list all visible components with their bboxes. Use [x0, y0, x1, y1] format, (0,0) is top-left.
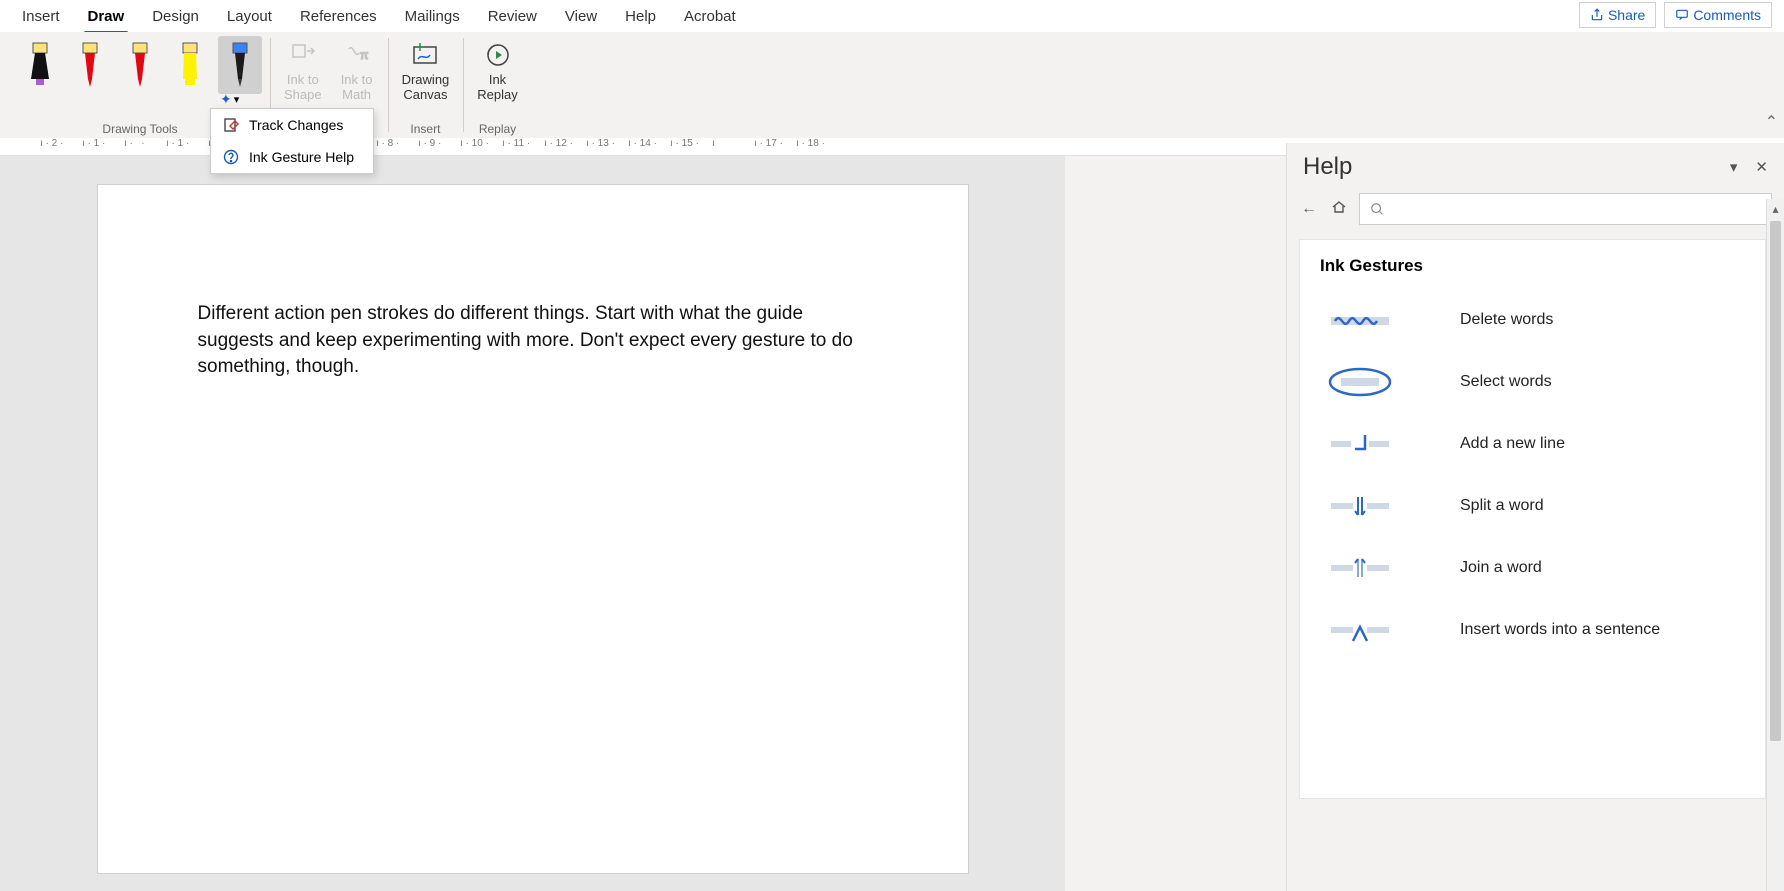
menu-track-changes[interactable]: Track Changes [211, 109, 373, 141]
pane-close-icon[interactable]: ✕ [1755, 158, 1768, 176]
share-label: Share [1608, 7, 1645, 23]
help-scrollbar[interactable]: ▴ [1766, 199, 1784, 891]
sparkle-icon: ✦ [220, 91, 232, 108]
tab-help[interactable]: Help [611, 4, 670, 29]
tab-insert[interactable]: Insert [8, 4, 74, 29]
tab-view[interactable]: View [551, 4, 611, 29]
pen-action[interactable]: ✦ ▾ [218, 36, 262, 94]
comments-label: Comments [1693, 7, 1761, 23]
help-search-input[interactable] [1359, 193, 1772, 225]
gesture-add-new-line[interactable]: Add a new line [1320, 426, 1745, 462]
collapse-ribbon-icon[interactable]: ⌃ [1765, 112, 1778, 132]
share-icon [1590, 8, 1604, 22]
group-label-insert: Insert [410, 122, 440, 136]
help-pane: Help ▾ ✕ ← Ink Gestures Delete words Sel… [1286, 143, 1784, 891]
menu-ink-gesture-help[interactable]: Ink Gesture Help [211, 141, 373, 173]
help-circle-icon [223, 149, 239, 165]
chevron-down-icon[interactable]: ▾ [234, 93, 240, 106]
document-text[interactable]: Different action pen strokes do differen… [198, 301, 868, 381]
share-button[interactable]: Share [1579, 2, 1656, 28]
tab-draw[interactable]: Draw [74, 4, 139, 29]
ink-replay-button[interactable]: Ink Replay [471, 36, 523, 122]
tab-layout[interactable]: Layout [213, 4, 286, 29]
document-area: Different action pen strokes do differen… [0, 156, 1065, 891]
page[interactable]: Different action pen strokes do differen… [97, 184, 969, 874]
help-title: Help [1303, 153, 1352, 181]
gesture-split-word[interactable]: Split a word [1320, 488, 1745, 524]
help-home-icon[interactable] [1329, 199, 1349, 220]
comments-button[interactable]: Comments [1664, 2, 1772, 28]
group-label-replay: Replay [479, 122, 516, 136]
scroll-up-icon[interactable]: ▴ [1767, 199, 1784, 219]
comment-icon [1675, 8, 1689, 22]
tab-references[interactable]: References [286, 4, 391, 29]
help-back-icon[interactable]: ← [1299, 200, 1319, 218]
gesture-insert-words[interactable]: Insert words into a sentence [1320, 612, 1745, 648]
ribbon-tabs: Insert Draw Design Layout References Mai… [0, 0, 1784, 32]
gesture-select-words[interactable]: Select words [1320, 364, 1745, 400]
svg-text:π: π [360, 48, 368, 62]
pen-red-2[interactable] [118, 36, 162, 94]
tab-acrobat[interactable]: Acrobat [670, 4, 750, 29]
pen-yellow-highlighter-2[interactable] [168, 36, 212, 94]
search-icon [1370, 202, 1384, 216]
tab-review[interactable]: Review [474, 4, 551, 29]
pen-dropdown-menu: Track Changes Ink Gesture Help [210, 108, 374, 174]
scroll-thumb[interactable] [1770, 221, 1781, 741]
pen-yellow-highlighter[interactable] [18, 36, 62, 94]
help-card: Ink Gestures Delete words Select words A… [1299, 239, 1766, 799]
gesture-delete-words[interactable]: Delete words [1320, 302, 1745, 338]
pane-options-icon[interactable]: ▾ [1730, 158, 1738, 176]
tab-mailings[interactable]: Mailings [391, 4, 474, 29]
gesture-join-word[interactable]: Join a word [1320, 550, 1745, 586]
drawing-canvas-button[interactable]: Drawing Canvas [396, 36, 456, 122]
track-changes-icon [223, 117, 239, 133]
tab-design[interactable]: Design [138, 4, 213, 29]
help-card-title: Ink Gestures [1320, 256, 1745, 276]
group-label-drawing-tools: Drawing Tools [102, 122, 177, 136]
pen-red-1[interactable] [68, 36, 112, 94]
